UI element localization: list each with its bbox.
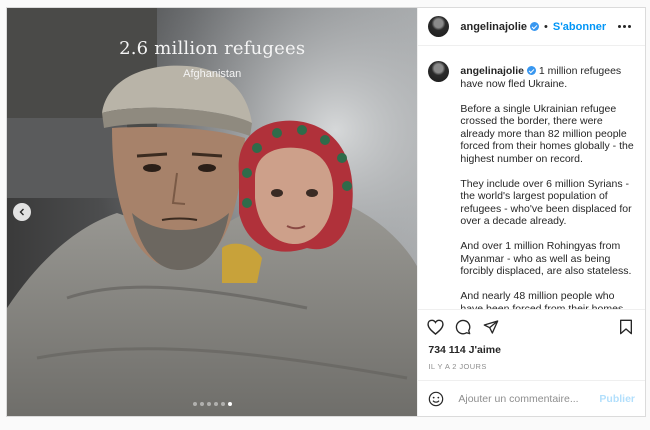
instagram-post: 2.6 million refugees Afghanistan angelin… [6,7,646,417]
comment-button[interactable] [454,318,472,336]
caption-text: angelinajolie 1 million refugees have no… [460,65,635,309]
header-separator: • [544,20,548,33]
carousel-dot [213,402,218,406]
publish-button[interactable]: Publier [599,393,635,405]
more-options-icon[interactable] [614,21,635,32]
action-bar [418,309,645,343]
heart-icon [427,319,444,335]
post-side-panel: angelinajolie • S'abonner angelinajolie … [417,8,645,416]
previous-slide-button[interactable] [13,203,31,221]
carousel-dot [192,402,197,406]
emoji-icon[interactable] [428,391,444,407]
caption-username[interactable]: angelinajolie [460,65,524,77]
carousel-dot [220,402,225,406]
comment-icon [456,319,471,334]
caption-paragraph: They include over 6 million Syrians - th… [460,177,632,228]
post-date[interactable]: IL Y A 2 JOURS [418,357,645,375]
caption-avatar[interactable] [428,61,450,82]
post-header: angelinajolie • S'abonner [418,8,645,46]
follow-button[interactable]: S'abonner [553,21,606,33]
send-icon [484,319,499,334]
chevron-left-icon [19,208,24,216]
carousel-dot [206,402,211,406]
caption-paragraph: And over 1 million Rohingyas from Myanma… [460,240,632,277]
photo-subtitle: Afghanistan [183,68,242,80]
caption-paragraph: And nearly 48 million people who have be… [460,290,624,309]
carousel-dots [7,402,417,406]
likes-count[interactable]: 734 114 J'aime [418,343,645,357]
caption-paragraph: Before a single Ukrainian refugee crosse… [460,102,634,165]
caption-area[interactable]: angelinajolie 1 million refugees have no… [418,46,645,309]
share-button[interactable] [482,318,500,336]
carousel-dot-active [227,402,232,406]
post-media[interactable]: 2.6 million refugees Afghanistan [7,8,418,416]
photo-title: 2.6 million refugees [119,38,306,59]
save-button[interactable] [617,318,635,336]
like-button[interactable] [426,318,444,336]
verified-badge-icon [526,66,536,75]
bookmark-icon [620,319,632,334]
comment-input[interactable] [456,391,600,406]
verified-badge-icon [530,22,539,31]
header-username[interactable]: angelinajolie [460,21,527,33]
comment-bar: Publier [418,380,645,416]
carousel-dot [199,402,204,406]
avatar[interactable] [428,16,450,37]
